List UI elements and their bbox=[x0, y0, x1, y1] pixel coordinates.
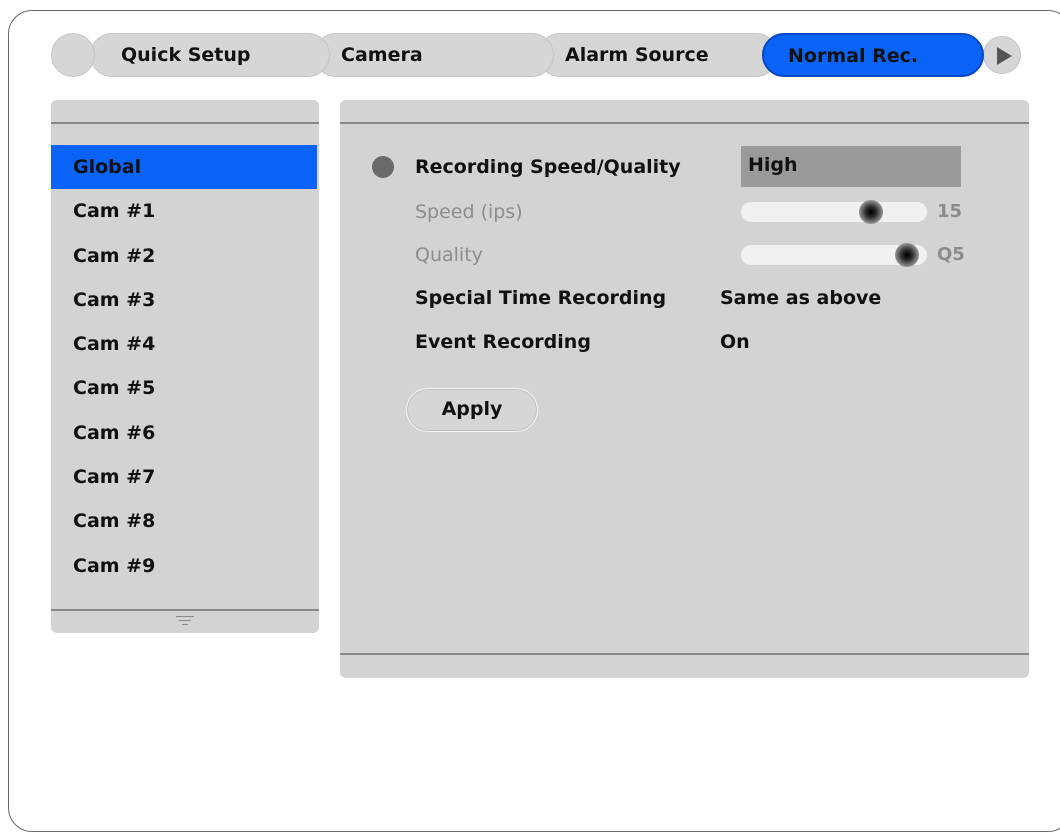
bullet-icon bbox=[372, 156, 394, 178]
event-recording-label: Event Recording bbox=[415, 331, 591, 353]
tab-alarm-source[interactable]: Alarm Source bbox=[538, 33, 778, 77]
tab-normal-rec[interactable]: Normal Rec. bbox=[762, 33, 984, 77]
scroll-down-icon[interactable] bbox=[176, 616, 194, 628]
list-item-cam-6[interactable]: Cam #6 bbox=[51, 411, 317, 455]
tab-home[interactable] bbox=[51, 33, 95, 77]
list-item-cam-2[interactable]: Cam #2 bbox=[51, 234, 317, 278]
speed-slider-knob[interactable] bbox=[859, 200, 884, 224]
recording-speed-quality-label: Recording Speed/Quality bbox=[415, 156, 681, 178]
special-time-recording-label: Special Time Recording bbox=[415, 287, 667, 309]
list-item-cam-3[interactable]: Cam #3 bbox=[51, 278, 317, 322]
tab-quick-setup[interactable]: Quick Setup bbox=[90, 33, 330, 77]
list-item-cam-4[interactable]: Cam #4 bbox=[51, 322, 317, 366]
quality-value: Q5 bbox=[937, 244, 965, 265]
speed-value: 15 bbox=[937, 201, 963, 222]
play-triangle-icon bbox=[997, 47, 1012, 65]
apply-button[interactable]: Apply bbox=[406, 388, 538, 432]
divider bbox=[340, 653, 1029, 655]
tab-label: Normal Rec. bbox=[788, 45, 919, 67]
event-recording-value[interactable]: On bbox=[720, 330, 750, 354]
list-item-global[interactable]: Global bbox=[51, 145, 317, 190]
speed-label: Speed (ips) bbox=[415, 201, 523, 223]
list-item-cam-9[interactable]: Cam #9 bbox=[51, 544, 317, 588]
list-item-cam-1[interactable]: Cam #1 bbox=[51, 189, 317, 233]
recording-speed-quality-select[interactable]: High bbox=[741, 146, 961, 187]
next-tab-button[interactable] bbox=[983, 36, 1021, 74]
recording-settings-panel: Recording Speed/Quality High Speed (ips)… bbox=[340, 100, 1029, 678]
list-item-cam-5[interactable]: Cam #5 bbox=[51, 366, 317, 410]
divider bbox=[51, 609, 319, 611]
speed-slider[interactable] bbox=[741, 200, 927, 224]
divider bbox=[51, 122, 319, 124]
quality-slider[interactable] bbox=[741, 243, 927, 267]
tab-label: Alarm Source bbox=[565, 44, 709, 66]
list-item-cam-7[interactable]: Cam #7 bbox=[51, 455, 317, 499]
list-item-cam-8[interactable]: Cam #8 bbox=[51, 499, 317, 543]
quality-label: Quality bbox=[415, 244, 483, 266]
tab-camera[interactable]: Camera bbox=[314, 33, 554, 77]
divider bbox=[340, 122, 1029, 124]
tab-label: Camera bbox=[341, 44, 423, 66]
camera-list-panel: Global Cam #1 Cam #2 Cam #3 Cam #4 Cam #… bbox=[51, 100, 319, 633]
quality-slider-knob[interactable] bbox=[894, 243, 919, 267]
tab-label: Quick Setup bbox=[121, 44, 251, 66]
camera-list: Global Cam #1 Cam #2 Cam #3 Cam #4 Cam #… bbox=[51, 145, 317, 588]
special-time-recording-value[interactable]: Same as above bbox=[720, 286, 881, 310]
